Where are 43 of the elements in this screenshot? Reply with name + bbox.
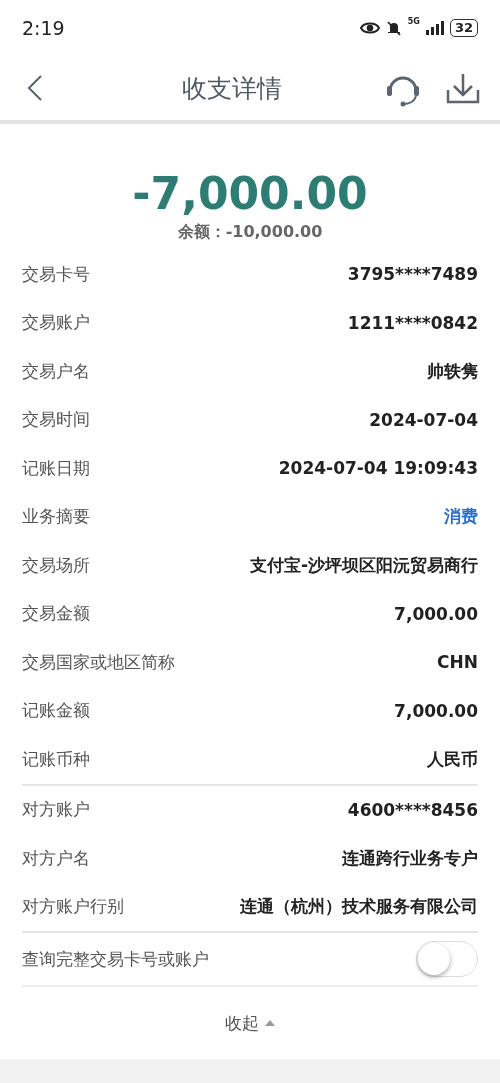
field-value: 4600****8456: [347, 799, 478, 820]
field-label: 对方户名: [22, 846, 90, 870]
field-value: 连通跨行业务专户: [342, 846, 478, 870]
field-value: 3795****7489: [347, 264, 478, 285]
field-label: 交易卡号: [22, 262, 90, 286]
field-label: 记账金额: [22, 699, 90, 723]
field-value: 7,000.00: [394, 700, 478, 721]
field-label: 交易场所: [22, 553, 90, 577]
balance-text: 余额：-10,000.00: [177, 222, 323, 243]
field-label: 记账币种: [22, 747, 90, 771]
collapse-button[interactable]: 收起: [221, 1007, 279, 1039]
field-label: 交易金额: [22, 602, 90, 626]
field-value: 帅轶隽: [427, 359, 478, 383]
download-icon[interactable]: [446, 72, 480, 104]
field-label: 交易国家或地区简称: [22, 650, 175, 674]
transaction-amount: -7,000.00: [132, 168, 368, 220]
eye-icon: [359, 21, 380, 35]
muted-bell-icon: [385, 20, 402, 36]
page-title: 收支详情: [181, 72, 283, 105]
field-value: 2024-07-04: [369, 409, 478, 430]
battery-level: 32: [449, 19, 478, 37]
field-value: 7,000.00: [394, 603, 478, 624]
field-label: 业务摘要: [22, 505, 90, 529]
field-value: 2024-07-04 19:09:43: [278, 458, 478, 479]
field-label: 对方账户: [22, 798, 90, 822]
field-label: 对方账户行别: [22, 895, 124, 919]
caret-icon: [265, 1020, 275, 1026]
field-value: 支付宝-沙坪坝区阳沅贸易商行: [249, 553, 478, 577]
field-value: 连通（杭州）技术服务有限公司: [240, 895, 478, 919]
signal-icon: [425, 21, 444, 35]
network-type: 5G: [407, 17, 420, 26]
clock: 2:19: [22, 17, 65, 39]
field-value: CHN: [437, 652, 478, 673]
field-label: 交易时间: [22, 408, 90, 432]
field-label: 记账日期: [22, 456, 90, 480]
toggle-label: 查询完整交易卡号或账户: [22, 947, 209, 971]
summary-link[interactable]: 消费: [444, 505, 478, 529]
field-value: 1211****0842: [347, 312, 478, 333]
back-button[interactable]: [26, 74, 44, 102]
toggle-switch[interactable]: [416, 941, 478, 977]
field-label: 交易账户: [22, 311, 90, 335]
field-label: 交易户名: [22, 359, 90, 383]
field-value: 人民币: [427, 747, 478, 771]
